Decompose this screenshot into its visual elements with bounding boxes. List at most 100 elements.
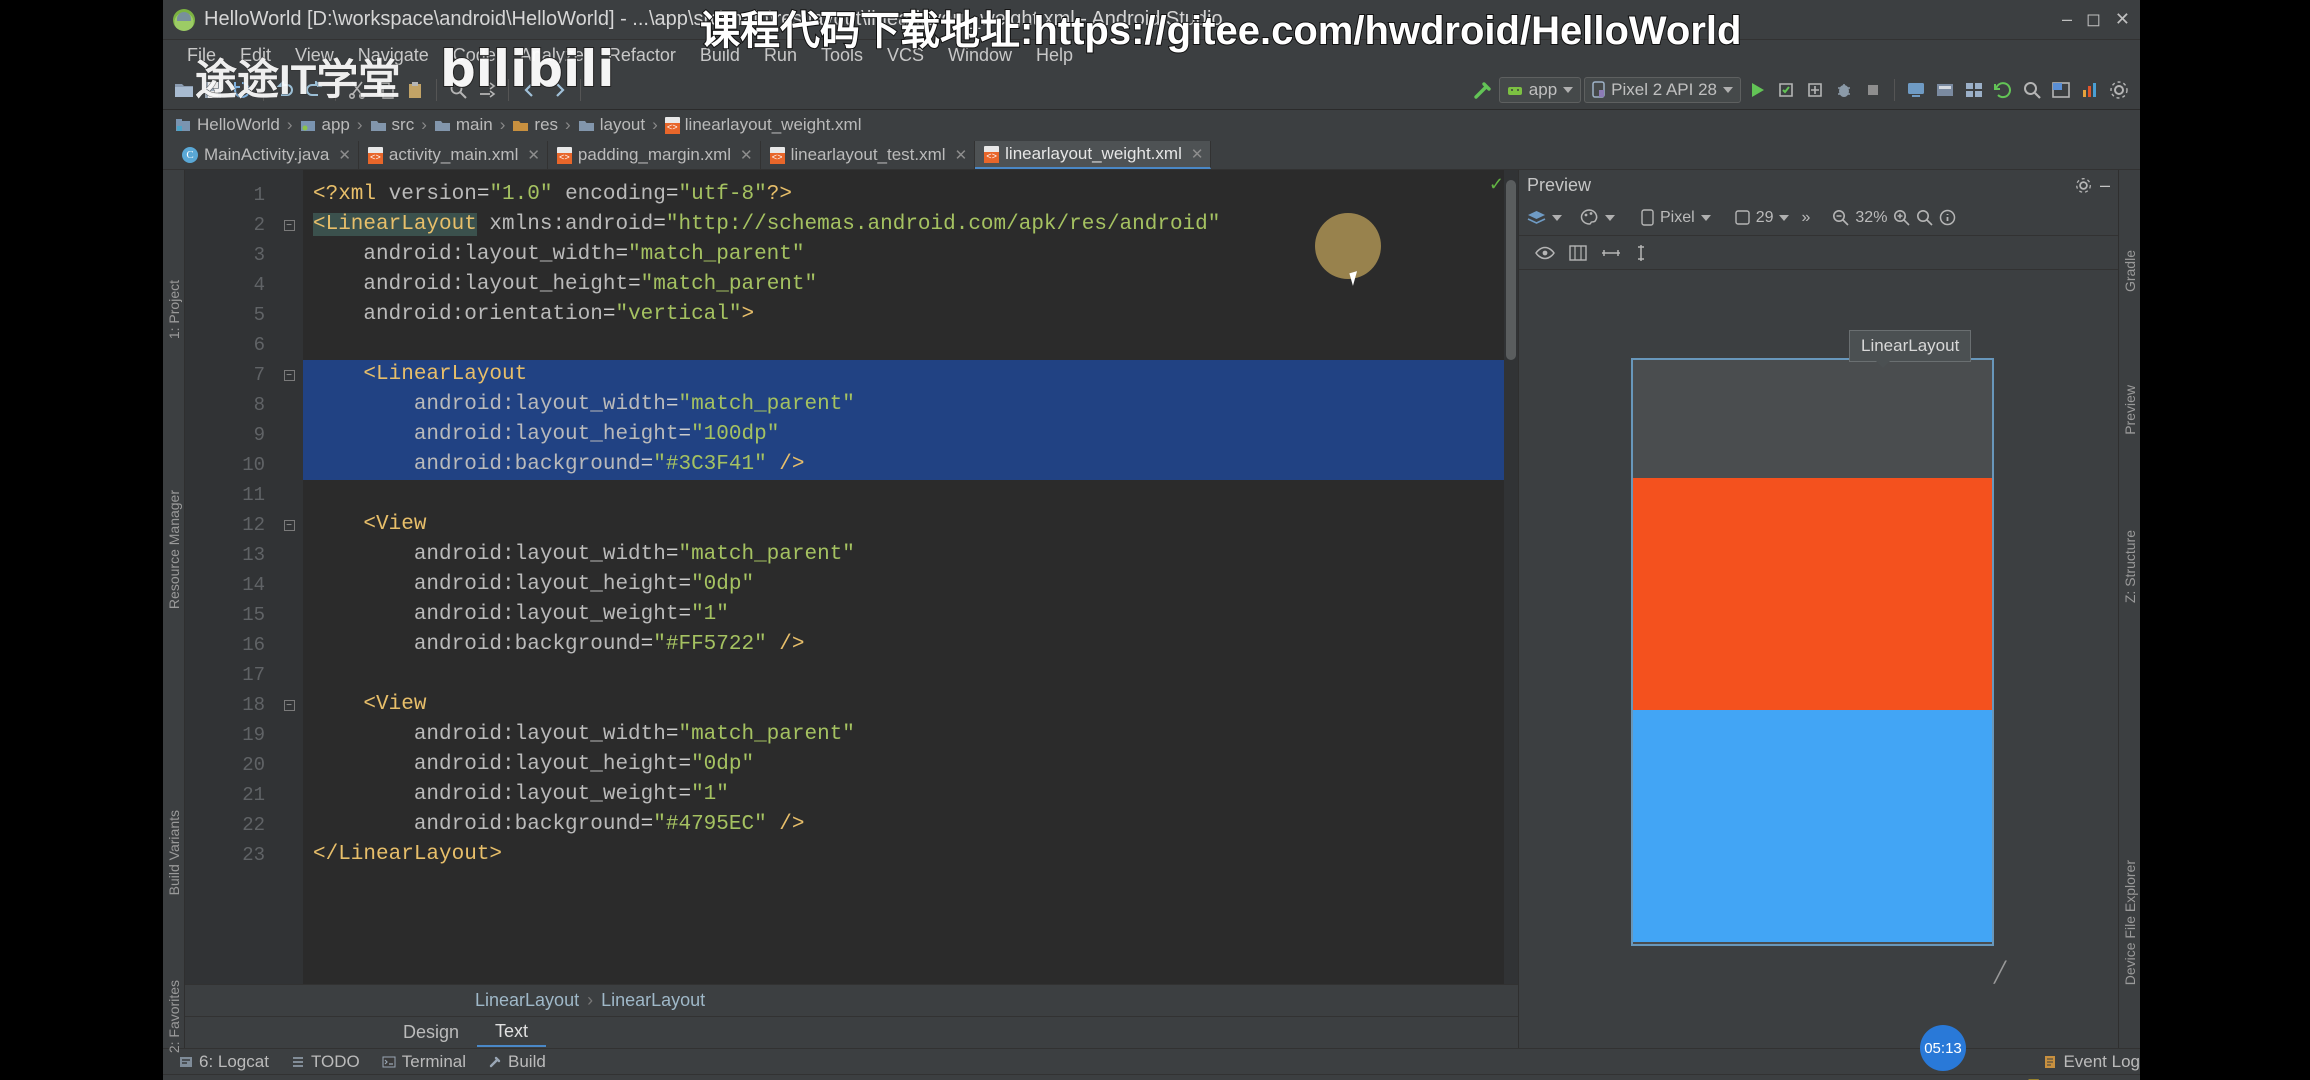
close-icon[interactable]: ✕ xyxy=(527,146,540,164)
close-icon[interactable]: ✕ xyxy=(1191,145,1204,163)
apply-changes-icon[interactable] xyxy=(1773,77,1799,103)
maximize-icon[interactable]: ◻ xyxy=(2086,9,2101,30)
sidebar-item-resource-manager[interactable]: Resource Manager xyxy=(166,490,182,609)
replace-icon[interactable] xyxy=(474,77,500,103)
code-line[interactable]: android:background="#4795EC" /> xyxy=(303,810,1518,840)
code-line[interactable]: android:layout_weight="1" xyxy=(303,780,1518,810)
layers-icon[interactable] xyxy=(1527,210,1546,226)
tab-padding-margin-xml[interactable]: padding_margin.xml ✕ xyxy=(548,141,761,169)
code-line[interactable] xyxy=(303,330,1518,360)
find-icon[interactable] xyxy=(445,77,471,103)
code-line[interactable]: <?xml version="1.0" encoding="utf-8"?> xyxy=(303,180,1518,210)
code-line[interactable]: <View xyxy=(303,690,1518,720)
gradle-sync-icon[interactable] xyxy=(1990,77,2016,103)
stop-icon[interactable] xyxy=(1860,77,1886,103)
code-line[interactable]: android:layout_width="match_parent" xyxy=(303,390,1518,420)
code-text-area[interactable]: <?xml version="1.0" encoding="utf-8"?><L… xyxy=(303,170,1518,984)
bottom-item-event-log[interactable]: Event Log xyxy=(2043,1052,2140,1072)
minimize-icon[interactable]: – xyxy=(2062,9,2072,30)
fold-collapse-icon[interactable]: − xyxy=(284,370,295,381)
menu-view[interactable]: View xyxy=(283,43,346,68)
menu-edit[interactable]: Edit xyxy=(228,43,283,68)
menu-navigate[interactable]: Navigate xyxy=(346,43,441,68)
fold-collapse-icon[interactable]: − xyxy=(284,520,295,531)
gear-icon[interactable] xyxy=(2075,177,2092,194)
blueprint-mode-icon[interactable] xyxy=(1569,245,1587,261)
code-line[interactable]: android:layout_height="100dp" xyxy=(303,420,1518,450)
layout-inspector-icon[interactable] xyxy=(2048,77,2074,103)
code-line[interactable] xyxy=(303,660,1518,690)
sidebar-item-favorites[interactable]: 2: Favorites xyxy=(166,980,182,1053)
close-icon[interactable]: ✕ xyxy=(955,146,968,164)
preview-render-canvas[interactable]: LinearLayout ╱ xyxy=(1519,270,2118,1048)
tab-activity-main-xml[interactable]: activity_main.xml ✕ xyxy=(359,141,548,169)
sync-icon[interactable] xyxy=(229,77,255,103)
code-line[interactable]: android:layout_width="match_parent" xyxy=(303,540,1518,570)
tab-mainactivity-java[interactable]: C MainActivity.java ✕ xyxy=(173,141,359,169)
chevron-down-icon[interactable] xyxy=(1701,215,1711,221)
copy-icon[interactable] xyxy=(373,77,399,103)
code-folding-column[interactable]: −−−− xyxy=(275,170,303,984)
undo-icon[interactable] xyxy=(272,77,298,103)
sidebar-item-gradle[interactable]: Gradle xyxy=(2122,250,2138,292)
code-line[interactable]: android:layout_weight="1" xyxy=(303,600,1518,630)
preview-device-label[interactable]: Pixel xyxy=(1660,209,1695,227)
back-arrow-icon[interactable] xyxy=(517,77,543,103)
structure-crumb-1[interactable]: LinearLayout xyxy=(601,990,705,1011)
breadcrumb-layout[interactable]: layout xyxy=(578,115,645,135)
menu-build[interactable]: Build xyxy=(688,43,752,68)
breadcrumb-res[interactable]: res xyxy=(512,115,558,135)
scrollbar-thumb[interactable] xyxy=(1506,180,1516,360)
tab-text[interactable]: Text xyxy=(477,1018,546,1047)
fold-collapse-icon[interactable]: − xyxy=(284,700,295,711)
eye-visibility-icon[interactable] xyxy=(1535,246,1555,260)
tab-linearlayout-test-xml[interactable]: linearlayout_test.xml ✕ xyxy=(761,141,976,169)
horizontal-constraint-icon[interactable] xyxy=(1601,247,1621,259)
save-all-icon[interactable] xyxy=(200,77,226,103)
sidebar-item-structure[interactable]: Z: Structure xyxy=(2122,530,2138,603)
bottom-item-todo[interactable]: TODO xyxy=(291,1052,360,1072)
code-editor[interactable]: 12C345678910💡11121314151617181920212223 … xyxy=(185,170,1518,984)
code-line[interactable]: android:background="#FF5722" /> xyxy=(303,630,1518,660)
bottom-item-build[interactable]: Build xyxy=(488,1052,546,1072)
breadcrumb-app[interactable]: app xyxy=(300,115,350,135)
zoom-fit-icon[interactable] xyxy=(1916,209,1933,226)
cut-icon[interactable] xyxy=(344,77,370,103)
menu-file[interactable]: File xyxy=(175,43,228,68)
vertical-constraint-icon[interactable] xyxy=(1635,244,1647,262)
device-selector[interactable]: Pixel 2 API 28 xyxy=(1584,77,1741,103)
breadcrumb-main[interactable]: main xyxy=(434,115,493,135)
menu-run[interactable]: Run xyxy=(752,43,809,68)
minimize-icon[interactable]: – xyxy=(2100,175,2110,196)
paste-icon[interactable] xyxy=(402,77,428,103)
zoom-in-icon[interactable] xyxy=(1893,209,1910,226)
sidebar-item-build-variants[interactable]: Build Variants xyxy=(166,810,182,895)
menu-refactor[interactable]: Refactor xyxy=(596,43,688,68)
code-line[interactable]: android:orientation="vertical"> xyxy=(303,300,1518,330)
bottom-item-logcat[interactable]: 6: Logcat xyxy=(179,1052,269,1072)
menu-code[interactable]: Code xyxy=(441,43,508,68)
menu-window[interactable]: Window xyxy=(936,43,1024,68)
forward-arrow-icon[interactable] xyxy=(546,77,572,103)
gear-icon[interactable] xyxy=(2106,77,2132,103)
close-icon[interactable]: ✕ xyxy=(740,146,753,164)
warning-info-icon[interactable] xyxy=(1939,209,1956,226)
code-line[interactable]: android:background="#3C3F41" /> xyxy=(303,450,1518,480)
sidebar-item-preview[interactable]: Preview xyxy=(2122,385,2138,435)
theme-palette-icon[interactable] xyxy=(1580,209,1599,226)
chevron-down-icon[interactable] xyxy=(1552,215,1562,221)
redo-icon[interactable] xyxy=(301,77,327,103)
preview-api-label[interactable]: 29 xyxy=(1756,209,1774,227)
sidebar-item-project[interactable]: 1: Project xyxy=(166,280,182,339)
structure-crumb-0[interactable]: LinearLayout xyxy=(475,990,579,1011)
resize-grip-icon[interactable]: ╱ xyxy=(1994,960,2006,985)
run-configuration-selector[interactable]: app xyxy=(1499,77,1581,103)
menu-help[interactable]: Help xyxy=(1024,43,1085,68)
breadcrumb-helloworld[interactable]: HelloWorld xyxy=(175,115,280,135)
window-controls[interactable]: – ◻ ✕ xyxy=(2062,9,2140,30)
code-line[interactable]: android:layout_height="0dp" xyxy=(303,570,1518,600)
zoom-out-icon[interactable] xyxy=(1832,209,1849,226)
code-line[interactable]: <View xyxy=(303,510,1518,540)
editor-scrollbar[interactable] xyxy=(1504,170,1518,984)
profiler-icon[interactable] xyxy=(2077,77,2103,103)
